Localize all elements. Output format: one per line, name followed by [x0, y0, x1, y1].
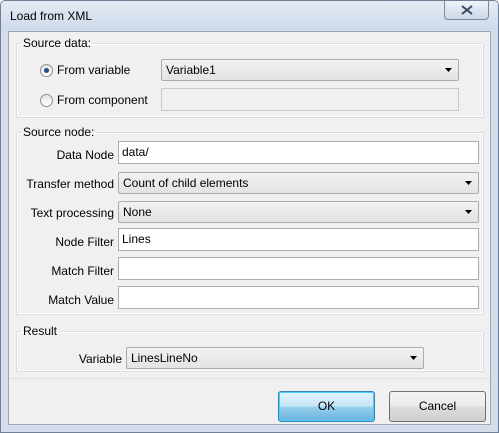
- from-component-field: [161, 88, 459, 111]
- result-legend: Result: [23, 324, 58, 338]
- transfer-method-dropdown[interactable]: Count of child elements: [118, 172, 479, 194]
- text-processing-dropdown[interactable]: None: [118, 201, 479, 223]
- cancel-button[interactable]: Cancel: [389, 391, 486, 422]
- title-bar[interactable]: Load from XML: [1, 1, 498, 31]
- from-variable-radio[interactable]: [40, 64, 53, 77]
- transfer-method-label: Transfer method: [26, 177, 114, 191]
- data-node-label: Data Node: [56, 148, 114, 162]
- match-filter-input[interactable]: [118, 257, 479, 280]
- result-variable-value: LinesLineNo: [131, 351, 198, 365]
- text-processing-label: Text processing: [30, 206, 114, 220]
- button-bar-divider: [9, 378, 490, 379]
- dialog-body: Source data: From variable Variable1 Fro…: [8, 31, 491, 425]
- data-node-input[interactable]: data/: [118, 141, 479, 164]
- node-filter-label: Node Filter: [55, 235, 114, 249]
- chevron-down-icon: [410, 356, 417, 360]
- match-value-input[interactable]: [118, 286, 479, 309]
- close-button[interactable]: [444, 1, 489, 20]
- chevron-down-icon: [445, 68, 452, 72]
- node-filter-input[interactable]: Lines: [118, 228, 479, 251]
- from-component-radio[interactable]: [40, 94, 53, 107]
- close-icon: [461, 5, 473, 15]
- source-data-legend: Source data:: [23, 36, 92, 50]
- from-variable-value: Variable1: [166, 63, 216, 77]
- variable-label: Variable: [78, 352, 122, 366]
- from-component-label[interactable]: From component: [57, 93, 148, 107]
- match-value-label: Match Value: [48, 293, 114, 307]
- chevron-down-icon: [465, 210, 472, 214]
- result-variable-dropdown[interactable]: LinesLineNo: [126, 347, 424, 369]
- transfer-method-value: Count of child elements: [123, 176, 249, 190]
- text-processing-value: None: [123, 205, 152, 219]
- ok-button[interactable]: OK: [278, 391, 375, 422]
- from-variable-label[interactable]: From variable: [57, 63, 130, 77]
- source-node-legend: Source node:: [23, 125, 95, 139]
- from-variable-dropdown[interactable]: Variable1: [161, 59, 459, 81]
- chevron-down-icon: [465, 181, 472, 185]
- window-title: Load from XML: [10, 9, 93, 23]
- match-filter-label: Match Filter: [51, 264, 114, 278]
- dialog-window: Load from XML Source data: From variable…: [0, 0, 499, 433]
